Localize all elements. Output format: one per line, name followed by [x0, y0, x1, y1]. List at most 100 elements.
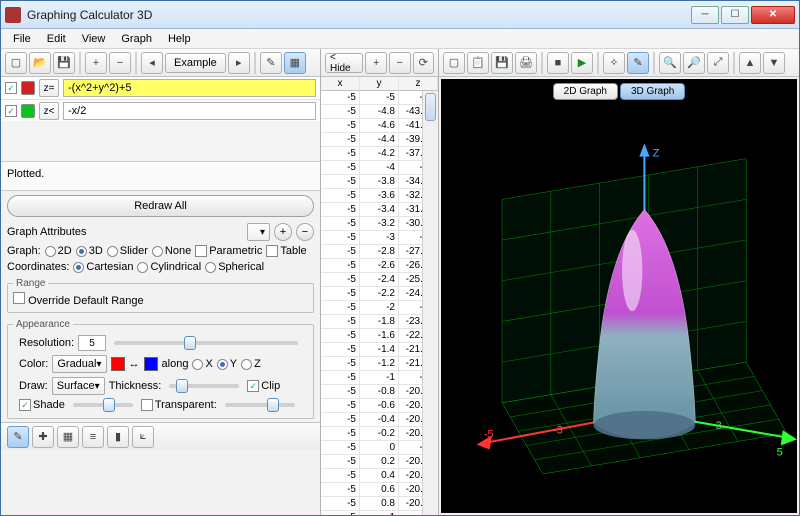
table-row[interactable]: -5-3.2-30.24	[321, 217, 438, 231]
table-row[interactable]: -51-21	[321, 511, 438, 515]
open-button[interactable]: 📂	[29, 52, 51, 74]
tool-angle-icon[interactable]: ⟀	[132, 426, 154, 448]
equation-lhs-select[interactable]: z=	[39, 79, 59, 97]
shade-slider[interactable]	[73, 403, 133, 407]
clip-checkbox[interactable]: Clip	[247, 380, 280, 392]
tool-bars-icon[interactable]: ≡	[82, 426, 104, 448]
coord-cartesian-radio[interactable]: Cartesian	[73, 261, 133, 273]
thickness-slider[interactable]	[169, 384, 239, 388]
graph-3d-radio[interactable]: 3D	[76, 245, 103, 257]
table-row[interactable]: -5-0.8-20.64	[321, 385, 438, 399]
zoom-in-icon[interactable]: 🔍	[659, 52, 681, 74]
coord-spherical-radio[interactable]: Spherical	[205, 261, 264, 273]
equation-visible-checkbox[interactable]	[5, 82, 17, 94]
view-play-button[interactable]: ▶	[571, 52, 593, 74]
table-row[interactable]: -5-4.8-43.04	[321, 105, 438, 119]
color-to-swatch[interactable]	[144, 357, 158, 371]
table-row[interactable]: -5-3-29	[321, 231, 438, 245]
menu-file[interactable]: File	[5, 31, 39, 47]
table-row[interactable]: -5-0.4-20.16	[321, 413, 438, 427]
table-row[interactable]: -5-2.6-26.76	[321, 259, 438, 273]
next-button[interactable]: ▸	[228, 52, 250, 74]
table-row[interactable]: -50.2-20.04	[321, 455, 438, 469]
zoom-fit-icon[interactable]: ⤢	[707, 52, 729, 74]
tool-plus-icon[interactable]: ✚	[32, 426, 54, 448]
tool-rainbow-icon[interactable]: ▮	[107, 426, 129, 448]
attr-preset-select[interactable]: ▾	[247, 223, 270, 241]
table-row[interactable]: -5-3.8-34.44	[321, 175, 438, 189]
view-stop-button[interactable]: ■	[547, 52, 569, 74]
table-row[interactable]: -5-4.6-41.16	[321, 119, 438, 133]
table-row[interactable]: -5-3.4-31.56	[321, 203, 438, 217]
col-x[interactable]: x	[321, 77, 360, 91]
zoom-out-icon[interactable]: 🔎	[683, 52, 705, 74]
table-row[interactable]: -5-1-21	[321, 371, 438, 385]
remove-button[interactable]: −	[109, 52, 131, 74]
equation-lhs-select[interactable]: z<	[39, 102, 59, 120]
graph-none-radio[interactable]: None	[152, 245, 191, 257]
table-row[interactable]: -5-4.4-39.36	[321, 133, 438, 147]
draw-mode-select[interactable]: Surface ▾	[52, 377, 105, 395]
table-row[interactable]: -5-4-36	[321, 161, 438, 175]
col-z[interactable]: z	[399, 77, 438, 91]
menu-graph[interactable]: Graph	[113, 31, 160, 47]
view-print-button[interactable]: 🖨	[515, 52, 537, 74]
titlebar[interactable]: Graphing Calculator 3D ─ ☐ ✕	[1, 1, 799, 29]
menu-edit[interactable]: Edit	[39, 31, 74, 47]
table-row[interactable]: -5-2.2-24.84	[321, 287, 438, 301]
transparent-slider[interactable]	[225, 403, 295, 407]
table-row[interactable]: -5-5-45	[321, 91, 438, 105]
menu-help[interactable]: Help	[160, 31, 199, 47]
table-row[interactable]: -5-1.4-21.96	[321, 343, 438, 357]
table-row[interactable]: -5-2-24	[321, 301, 438, 315]
minimize-button[interactable]: ─	[691, 6, 719, 24]
example-chip[interactable]: Example	[165, 53, 226, 73]
save-button[interactable]: 💾	[53, 52, 75, 74]
new-button[interactable]: ▢	[5, 52, 27, 74]
table-row[interactable]: -5-2.8-27.84	[321, 245, 438, 259]
coord-cylindrical-radio[interactable]: Cylindrical	[137, 261, 201, 273]
down-icon[interactable]: ▼	[763, 52, 785, 74]
equation-color-swatch[interactable]	[21, 81, 35, 95]
grid-button[interactable]: ▦	[284, 52, 306, 74]
view-clipboard-button[interactable]: 📋	[467, 52, 489, 74]
table-row[interactable]: -5-1.2-21.44	[321, 357, 438, 371]
graph-2d-radio[interactable]: 2D	[45, 245, 72, 257]
table-row[interactable]: -5-2.4-25.76	[321, 273, 438, 287]
table-row[interactable]: -50.6-20.36	[321, 483, 438, 497]
equation-color-swatch[interactable]	[21, 104, 35, 118]
table-row[interactable]: -50-20	[321, 441, 438, 455]
tab-2d-graph[interactable]: 2D Graph	[553, 83, 618, 100]
color-from-swatch[interactable]	[111, 357, 125, 371]
resolution-input[interactable]	[78, 335, 106, 351]
view-save-button[interactable]: 💾	[491, 52, 513, 74]
mid-add-button[interactable]: +	[365, 52, 387, 74]
table-row[interactable]: -50.8-20.64	[321, 497, 438, 511]
up-icon[interactable]: ▲	[739, 52, 761, 74]
override-range-checkbox[interactable]: Override Default Range	[13, 295, 144, 307]
equation-input[interactable]	[63, 79, 316, 97]
mid-remove-button[interactable]: −	[389, 52, 411, 74]
transparent-checkbox[interactable]: Transparent:	[141, 399, 217, 411]
table-scrollbar[interactable]	[422, 91, 438, 515]
table-body[interactable]: -5-5-45-5-4.8-43.04-5-4.6-41.16-5-4.4-39…	[321, 91, 438, 515]
mid-refresh-button[interactable]: ⟳	[413, 52, 435, 74]
redraw-all-button[interactable]: Redraw All	[7, 195, 314, 217]
resolution-slider[interactable]	[114, 341, 298, 345]
color-mode-select[interactable]: Gradual ▾	[52, 355, 106, 373]
close-button[interactable]: ✕	[751, 6, 795, 24]
along-x-radio[interactable]: X	[192, 358, 212, 370]
table-row[interactable]: -5-3.6-32.96	[321, 189, 438, 203]
table-row[interactable]: -5-1.8-23.24	[321, 315, 438, 329]
view-pen-icon[interactable]: ✎	[627, 52, 649, 74]
view-wand-icon[interactable]: ✧	[603, 52, 625, 74]
hide-button[interactable]: < Hide	[325, 53, 363, 73]
tab-3d-graph[interactable]: 3D Graph	[620, 83, 685, 100]
pin-button[interactable]: ✎	[260, 52, 282, 74]
table-row[interactable]: -50.4-20.16	[321, 469, 438, 483]
along-z-radio[interactable]: Z	[241, 358, 261, 370]
equation-input[interactable]	[63, 102, 316, 120]
col-y[interactable]: y	[360, 77, 399, 91]
prev-button[interactable]: ◂	[141, 52, 163, 74]
equation-visible-checkbox[interactable]	[5, 105, 17, 117]
